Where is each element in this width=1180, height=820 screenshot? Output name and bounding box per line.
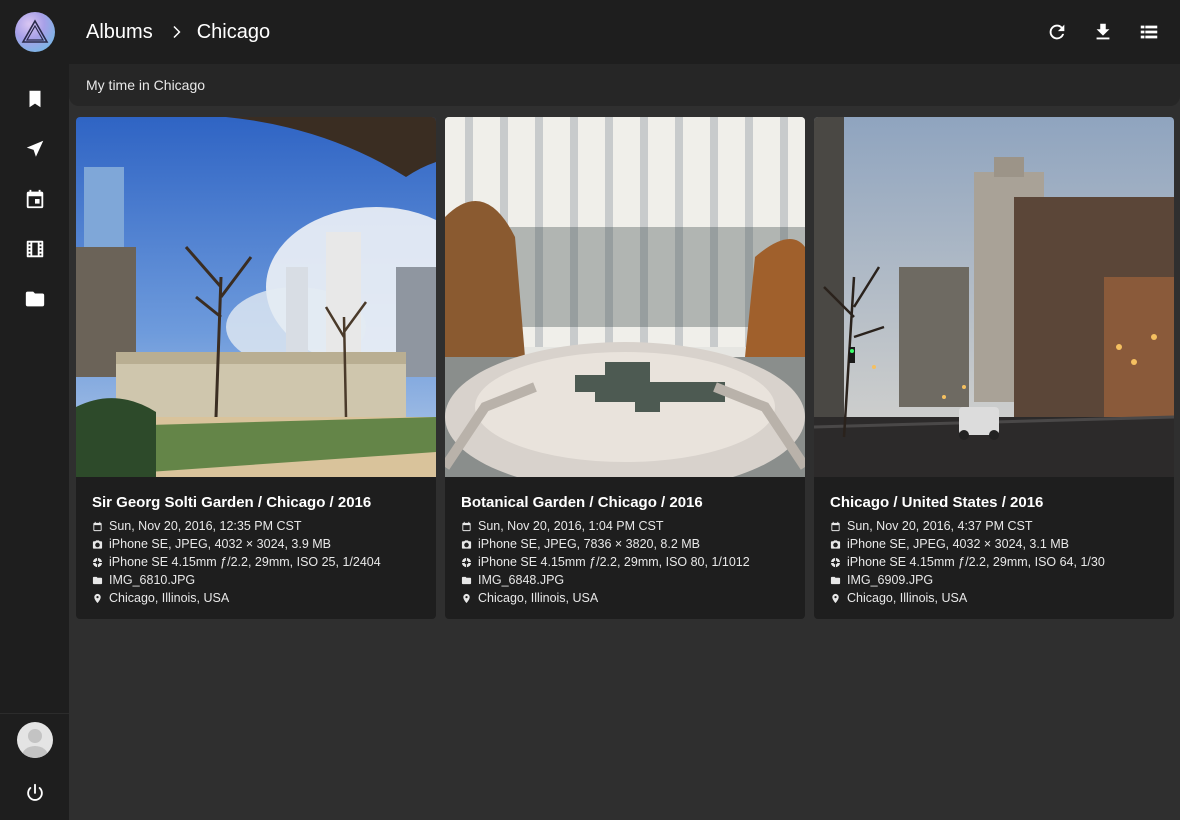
sidebar-item-favorites[interactable] [0,74,69,124]
film-icon [26,240,43,258]
photo-title[interactable]: Chicago / United States / 2016 [830,494,1158,511]
calendar-icon [462,521,471,531]
photo-filename-text: IMG_6848.JPG [478,573,565,587]
photo-card[interactable]: Botanical Garden / Chicago / 2016 Sun, N… [445,117,805,619]
sidebar-item-videos[interactable] [0,224,69,274]
photo-date-text: Sun, Nov 20, 2016, 1:04 PM CST [478,519,664,533]
sidebar-divider [0,713,69,714]
folder-icon [25,291,44,307]
top-bar: Albums Chicago [69,0,1180,64]
chevron-right-icon [167,23,185,41]
photo-thumbnail[interactable] [76,117,436,477]
photo-location-text[interactable]: Chicago, Illinois, USA [478,591,598,605]
photo-location-text[interactable]: Chicago, Illinois, USA [847,591,967,605]
download-icon [1096,23,1110,40]
aperture-icon [830,557,841,567]
navigation-icon [26,140,43,157]
photo-camera: iPhone SE 4.15mm ƒ/2.2, 29mm, ISO 80, 1/… [461,553,789,571]
location-pin-icon [463,593,470,603]
photo-file-info-text: iPhone SE, JPEG, 4032 × 3024, 3.9 MB [109,537,332,551]
photo-filename: IMG_6909.JPG [830,571,1158,589]
photo-filename-text: IMG_6810.JPG [109,573,196,587]
photo-card[interactable]: Chicago / United States / 2016 Sun, Nov … [814,117,1174,619]
photo-title[interactable]: Sir Georg Solti Garden / Chicago / 2016 [92,494,420,511]
camera-icon [92,539,103,549]
sidebar [0,0,69,820]
photo-date: Sun, Nov 20, 2016, 4:37 PM CST [830,517,1158,535]
calendar-icon [831,521,840,531]
photo-title[interactable]: Botanical Garden / Chicago / 2016 [461,494,789,511]
user-silhouette-icon [22,729,48,758]
calendar-icon [93,521,102,531]
sidebar-item-folders[interactable] [0,274,69,324]
download-button[interactable] [1080,9,1126,55]
photo-filename: IMG_6810.JPG [92,571,420,589]
photo-file-info-text: iPhone SE, JPEG, 7836 × 3820, 8.2 MB [478,537,701,551]
power-icon [26,783,43,801]
sidebar-item-places[interactable] [0,124,69,174]
bookmark-icon [29,90,40,108]
file-icon [830,576,841,584]
photo-date-text: Sun, Nov 20, 2016, 12:35 PM CST [109,519,302,533]
prism-logo-icon [21,19,49,43]
camera-icon [461,539,472,549]
aperture-icon [461,557,472,567]
photo-date-text: Sun, Nov 20, 2016, 4:37 PM CST [847,519,1033,533]
refresh-icon [1049,24,1065,40]
photo-thumbnail[interactable] [445,117,805,477]
breadcrumb-albums-link[interactable]: Albums [86,21,153,44]
album-description: My time in Chicago [69,64,1180,106]
photo-location: Chicago, Illinois, USA [92,589,420,607]
breadcrumb-current: Chicago [196,20,271,43]
photo-location: Chicago, Illinois, USA [461,589,789,607]
list-view-button[interactable] [1126,9,1172,55]
list-view-icon [1140,25,1158,39]
photo-file-info: iPhone SE, JPEG, 4032 × 3024, 3.1 MB [830,535,1158,553]
photo-thumbnail[interactable] [814,117,1174,477]
location-pin-icon [94,593,101,603]
calendar-icon [26,189,43,209]
photo-file-info-text: iPhone SE, JPEG, 4032 × 3024, 3.1 MB [847,537,1070,551]
photo-card[interactable]: Sir Georg Solti Garden / Chicago / 2016 … [76,117,436,619]
photo-camera-text: iPhone SE 4.15mm ƒ/2.2, 29mm, ISO 64, 1/… [847,555,1105,569]
logout-button[interactable] [0,768,69,818]
aperture-icon [92,557,103,567]
refresh-button[interactable] [1034,9,1080,55]
photo-date: Sun, Nov 20, 2016, 12:35 PM CST [92,517,420,535]
photo-file-info: iPhone SE, JPEG, 7836 × 3820, 8.2 MB [461,535,789,553]
photo-location: Chicago, Illinois, USA [830,589,1158,607]
camera-icon [830,539,841,549]
location-pin-icon [832,593,839,603]
photo-camera-text: iPhone SE 4.15mm ƒ/2.2, 29mm, ISO 25, 1/… [109,555,381,569]
toolbar-actions [1034,0,1180,64]
photo-camera: iPhone SE 4.15mm ƒ/2.2, 29mm, ISO 64, 1/… [830,553,1158,571]
file-icon [92,576,103,584]
photo-camera: iPhone SE 4.15mm ƒ/2.2, 29mm, ISO 25, 1/… [92,553,420,571]
photo-date: Sun, Nov 20, 2016, 1:04 PM CST [461,517,789,535]
photo-camera-text: iPhone SE 4.15mm ƒ/2.2, 29mm, ISO 80, 1/… [478,555,750,569]
app-logo[interactable] [15,12,55,52]
photo-location-text[interactable]: Chicago, Illinois, USA [109,591,229,605]
photo-filename: IMG_6848.JPG [461,571,789,589]
photo-filename-text: IMG_6909.JPG [847,573,934,587]
file-icon [461,576,472,584]
photo-file-info: iPhone SE, JPEG, 4032 × 3024, 3.9 MB [92,535,420,553]
avatar[interactable] [17,722,53,758]
breadcrumb: Albums Chicago [86,0,270,64]
sidebar-item-calendar[interactable] [0,174,69,224]
